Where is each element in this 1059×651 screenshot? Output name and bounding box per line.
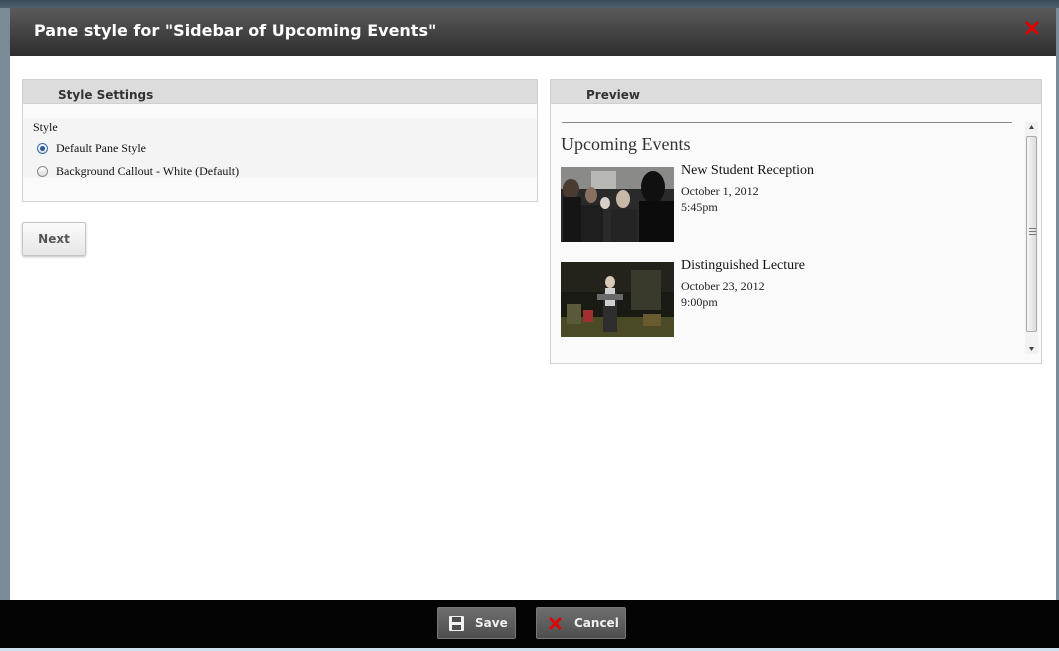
event-date: October 1, 2012: [681, 184, 759, 198]
event-photo-reception[interactable]: [561, 167, 674, 242]
dialog-title: Pane style for "Sidebar of Upcoming Even…: [34, 21, 437, 40]
radio-option-background-callout-white[interactable]: Background Callout - White (Default): [37, 163, 239, 179]
radio-option-label: Background Callout - White (Default): [56, 163, 240, 178]
preview-scrollbar[interactable]: [1025, 122, 1038, 354]
event-title-link[interactable]: Distinguished Lecture: [681, 258, 805, 274]
save-button[interactable]: Save: [437, 607, 516, 639]
close-icon[interactable]: [1022, 18, 1042, 38]
radio-option-label: Default Pane Style: [56, 140, 146, 155]
event-title-link[interactable]: New Student Reception: [681, 163, 814, 179]
background-window-strip: [0, 0, 1059, 8]
style-field-label: Style: [33, 120, 58, 134]
cancel-label: Cancel: [574, 616, 619, 630]
pane-style-dialog: Pane style for "Sidebar of Upcoming Even…: [10, 8, 1056, 600]
dialog-footer: Save Cancel: [0, 600, 1059, 648]
preview-panel: Preview Upcoming Events New Student Rece…: [550, 79, 1042, 364]
upcoming-events-heading: Upcoming Events: [561, 134, 691, 154]
preview-content: Upcoming Events New Student Reception Oc…: [560, 122, 1024, 354]
save-label: Save: [475, 616, 508, 630]
event-item: Distinguished Lecture October 23, 2012 9…: [561, 258, 1016, 338]
dialog-titlebar: Pane style for "Sidebar of Upcoming Even…: [10, 8, 1056, 56]
red-x-icon: [549, 617, 562, 630]
preview-header: Preview: [551, 80, 1041, 104]
radio-option-default-pane-style[interactable]: Default Pane Style: [37, 140, 146, 156]
scroll-up-arrow-icon[interactable]: [1025, 122, 1038, 132]
event-item: New Student Reception October 1, 2012 5:…: [561, 163, 1016, 243]
scroll-thumb[interactable]: [1026, 136, 1037, 332]
floppy-disk-icon: [449, 616, 464, 631]
event-time: 9:00pm: [681, 295, 718, 309]
cancel-button[interactable]: Cancel: [536, 607, 626, 639]
next-button[interactable]: Next: [22, 222, 86, 256]
scroll-down-arrow-icon[interactable]: [1025, 344, 1038, 354]
radio-button-selected[interactable]: [37, 142, 48, 154]
style-settings-panel: Style Settings Style Default Pane Style …: [22, 79, 538, 202]
grip-icon: [1029, 228, 1036, 235]
style-settings-header: Style Settings: [23, 80, 537, 104]
event-date: October 23, 2012: [681, 279, 765, 293]
event-photo-lecture[interactable]: [561, 262, 674, 337]
radio-button[interactable]: [37, 165, 48, 177]
divider: [562, 122, 1012, 123]
event-time: 5:45pm: [681, 200, 718, 214]
